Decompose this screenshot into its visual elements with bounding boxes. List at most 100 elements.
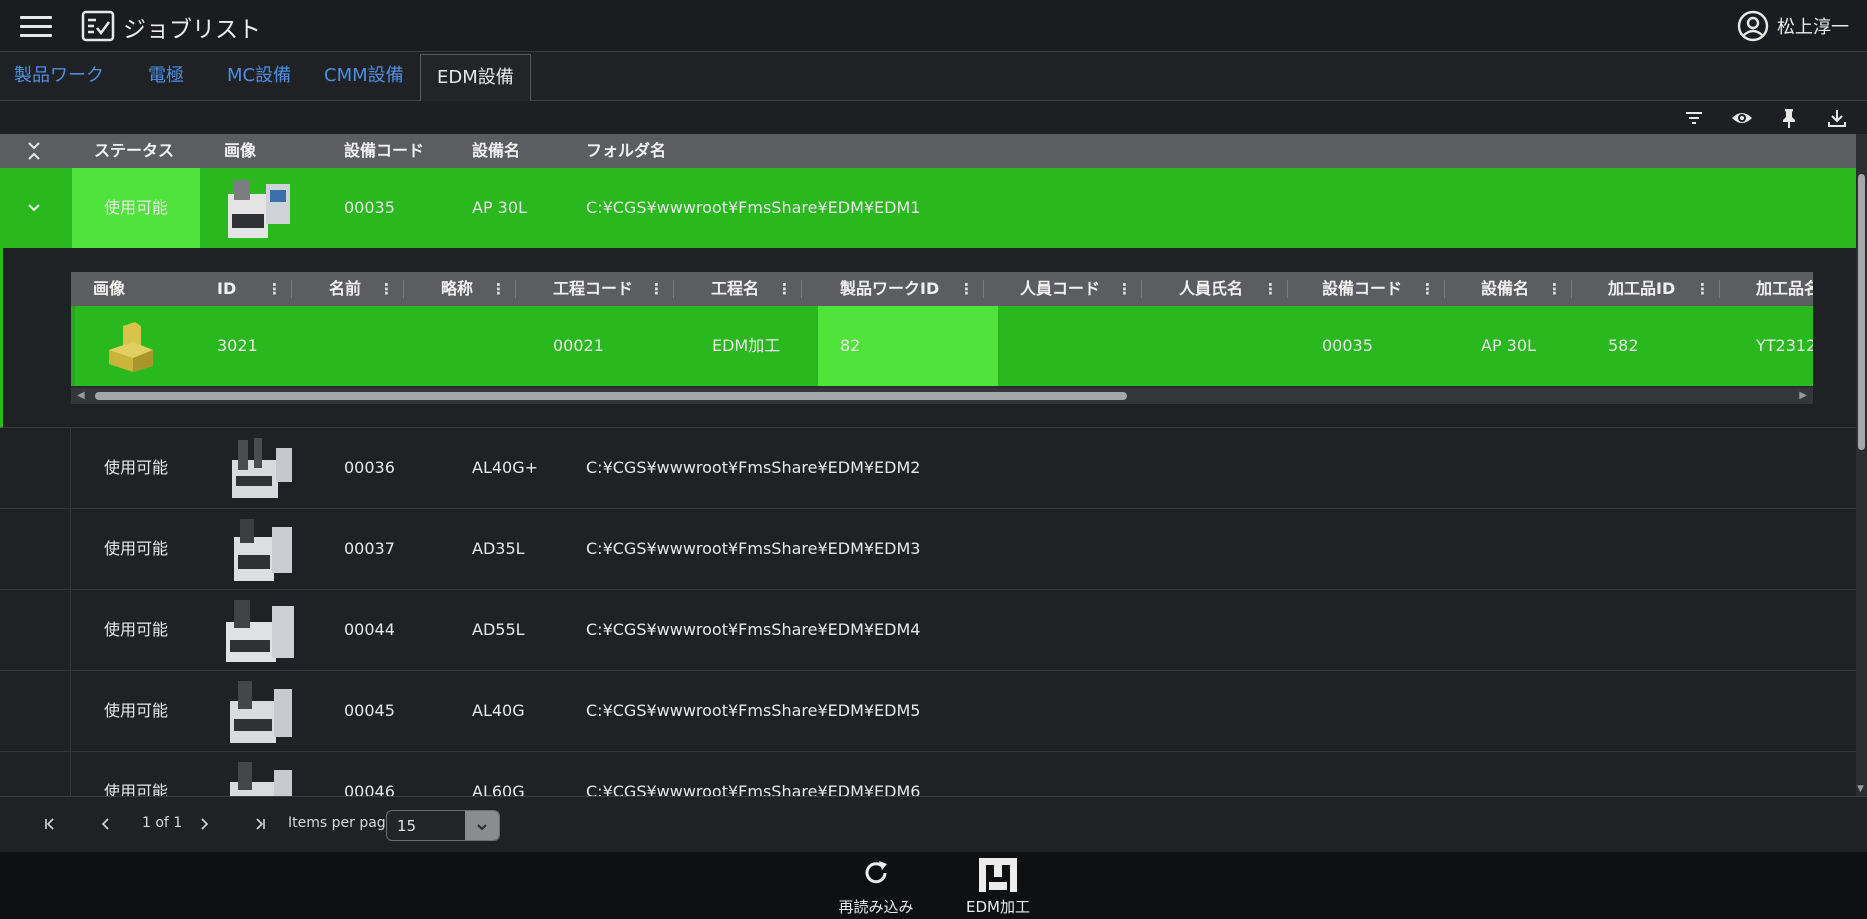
first-page-icon[interactable]	[38, 812, 62, 836]
product-work-id: 82	[840, 336, 861, 355]
tab-electrode[interactable]: 電極	[148, 53, 184, 101]
last-page-icon[interactable]	[248, 812, 272, 836]
electrode-part-image	[109, 322, 153, 372]
column-menu-icon[interactable]: ⋮	[959, 272, 974, 306]
row-detail-panel: 画像 ID ⋮ 名前 ⋮ 略称 ⋮ 工程コード ⋮ 工程名 ⋮ 製品ワークID …	[0, 248, 1856, 428]
items-per-page-select[interactable]: 15	[386, 810, 500, 841]
sub-col-work-id[interactable]: 製品ワークID	[840, 272, 939, 306]
column-menu-icon[interactable]: ⋮	[1117, 272, 1132, 306]
folder-path: C:¥CGS¥wwwroot¥FmsShare¥EDM¥EDM1	[586, 198, 921, 217]
folder-path: C:¥CGS¥wwwroot¥FmsShare¥EDM¥EDM2	[586, 458, 921, 477]
table-row[interactable]: 使用可能 00036 AL40G+ C:¥CGS¥wwwroot¥FmsShar…	[0, 428, 1856, 509]
pagination-bar: 1 of 1 Items per page 15	[0, 796, 1867, 852]
previous-page-icon[interactable]	[94, 812, 118, 836]
edm-machine-image	[230, 681, 292, 743]
column-menu-icon[interactable]: ⋮	[777, 272, 792, 306]
status-text: 使用可能	[103, 620, 168, 639]
subgrid-row[interactable]: 3021 00021 EDM加工 82 00035 AP 30L 582 YT2…	[71, 306, 1813, 386]
tab-mc-equipment[interactable]: MC設備	[227, 53, 291, 101]
scrollbar-thumb[interactable]	[95, 392, 1127, 400]
next-page-icon[interactable]	[192, 812, 216, 836]
scroll-left-icon[interactable]: ◀	[77, 390, 85, 401]
sub-col-staff-name[interactable]: 人員氏名	[1179, 272, 1243, 306]
status-text: 使用可能	[103, 701, 168, 720]
col-header-equipment-name[interactable]: 設備名	[472, 134, 520, 168]
tab-cmm-equipment[interactable]: CMM設備	[324, 53, 404, 101]
filter-icon[interactable]	[1683, 107, 1705, 129]
pin-icon[interactable]	[1778, 107, 1800, 129]
scrollbar-thumb[interactable]	[1858, 174, 1865, 450]
equipment-grid: ステータス 画像 設備コード 設備名 フォルダ名 使用可能 00035 AP 3…	[0, 134, 1856, 796]
reload-button[interactable]: 再読み込み	[826, 856, 926, 916]
edm-process-button[interactable]: EDM加工	[948, 856, 1048, 916]
col-header-equipment-code[interactable]: 設備コード	[344, 134, 424, 168]
sub-col-name[interactable]: 名前	[329, 272, 361, 306]
col-header-image[interactable]: 画像	[224, 134, 256, 168]
table-row[interactable]: 使用可能 00045 AL40G C:¥CGS¥wwwroot¥FmsShare…	[0, 671, 1856, 752]
column-divider	[1444, 280, 1445, 298]
items-per-page-label: Items per page	[288, 815, 395, 831]
folder-path: C:¥CGS¥wwwroot¥FmsShare¥EDM¥EDM4	[586, 620, 921, 639]
row-gutter	[0, 671, 71, 751]
action-bar: 再読み込み EDM加工	[0, 852, 1867, 919]
tab-edm-equipment[interactable]: EDM設備	[420, 54, 531, 102]
sub-col-staff-code[interactable]: 人員コード	[1020, 272, 1100, 306]
dropdown-button[interactable]	[465, 811, 499, 840]
equipment-name: AD55L	[472, 620, 525, 639]
items-per-page-value: 15	[397, 817, 417, 835]
sub-col-equip-code[interactable]: 設備コード	[1322, 272, 1402, 306]
grid-header: ステータス 画像 設備コード 設備名 フォルダ名	[0, 134, 1856, 168]
table-row[interactable]: 使用可能 00035 AP 30L C:¥CGS¥wwwroot¥FmsShar…	[0, 168, 1856, 249]
chevron-down-icon[interactable]	[24, 198, 44, 218]
sub-col-part-id[interactable]: 加工品ID	[1608, 272, 1675, 306]
download-icon[interactable]	[1826, 107, 1848, 129]
col-header-folder[interactable]: フォルダ名	[586, 134, 666, 168]
equipment-code: 00045	[344, 701, 395, 720]
column-menu-icon[interactable]: ⋮	[1547, 272, 1562, 306]
status-text: 使用可能	[103, 198, 168, 217]
page-title: ジョブリスト	[123, 17, 261, 43]
equipment-name: AP 30L	[1481, 336, 1536, 355]
equipment-code: 00044	[344, 620, 395, 639]
status-text: 使用可能	[103, 782, 168, 796]
table-row[interactable]: 使用可能 00044 AD55L C:¥CGS¥wwwroot¥FmsShare…	[0, 590, 1856, 671]
process-name: EDM加工	[712, 336, 781, 355]
sub-col-short-name[interactable]: 略称	[441, 272, 473, 306]
scroll-right-icon[interactable]: ▶	[1799, 390, 1807, 401]
scroll-down-icon[interactable]: ▼	[1857, 784, 1864, 794]
column-menu-icon[interactable]: ⋮	[1420, 272, 1435, 306]
user-menu[interactable]: 松上淳一	[1737, 10, 1849, 42]
collapse-all-icon[interactable]	[24, 141, 44, 161]
column-menu-icon[interactable]: ⋮	[267, 272, 282, 306]
vertical-scrollbar[interactable]: ▼	[1856, 134, 1867, 796]
column-menu-icon[interactable]: ⋮	[1263, 272, 1278, 306]
sub-col-id[interactable]: ID	[217, 272, 236, 306]
edm-machine-image	[226, 600, 294, 662]
top-bar: ジョブリスト 松上淳一	[0, 0, 1867, 52]
equipment-name: AL40G	[472, 701, 525, 720]
col-header-status[interactable]: ステータス	[94, 134, 174, 168]
equipment-name: AD35L	[472, 539, 525, 558]
tab-product-work[interactable]: 製品ワーク	[14, 53, 104, 101]
sub-col-process-name[interactable]: 工程名	[711, 272, 759, 306]
column-divider	[801, 280, 802, 298]
sub-col-equip-name[interactable]: 設備名	[1481, 272, 1529, 306]
column-menu-icon[interactable]: ⋮	[379, 272, 394, 306]
column-divider	[1287, 280, 1288, 298]
table-row[interactable]: 使用可能 00046 AL60G C:¥CGS¥wwwroot¥FmsShare…	[0, 752, 1856, 796]
row-gutter	[0, 752, 71, 796]
sub-col-image[interactable]: 画像	[93, 272, 125, 306]
equipment-name: AL40G+	[472, 458, 539, 477]
sub-col-process-code[interactable]: 工程コード	[553, 272, 633, 306]
sub-col-part-name[interactable]: 加工品名	[1756, 272, 1813, 306]
edm-machine-image	[230, 762, 292, 796]
column-menu-icon[interactable]: ⋮	[649, 272, 664, 306]
horizontal-scrollbar[interactable]: ◀ ▶	[71, 388, 1813, 404]
menu-icon[interactable]	[20, 14, 52, 38]
column-divider	[403, 280, 404, 298]
column-menu-icon[interactable]: ⋮	[491, 272, 506, 306]
eye-icon[interactable]	[1731, 107, 1753, 129]
column-menu-icon[interactable]: ⋮	[1695, 272, 1710, 306]
table-row[interactable]: 使用可能 00037 AD35L C:¥CGS¥wwwroot¥FmsShare…	[0, 509, 1856, 590]
column-divider	[673, 280, 674, 298]
